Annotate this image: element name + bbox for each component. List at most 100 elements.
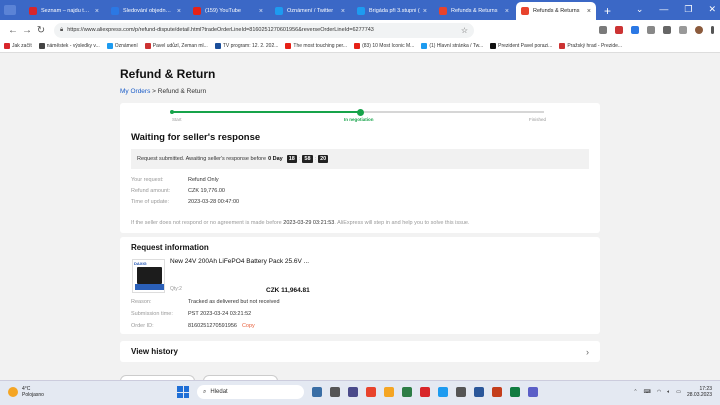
windows-start-icon[interactable] (177, 386, 189, 398)
bookmark-label: The most touching per... (293, 43, 348, 49)
battery-base-graphic (135, 284, 164, 290)
taskbar-app-icon[interactable] (366, 387, 376, 397)
tab-favicon-icon (439, 7, 447, 15)
taskbar-app-icon[interactable] (312, 387, 322, 397)
reload-icon[interactable]: ↻ (34, 25, 48, 36)
extension-icon[interactable] (615, 26, 623, 34)
bookmark-item[interactable]: náměstek - výsledky v... (38, 43, 100, 49)
menu-icon[interactable] (711, 26, 714, 34)
browser-tab[interactable]: Brigáda při 3.stupni (× (352, 2, 432, 20)
browser-tab[interactable]: Seznam – najdu tam, c × (24, 2, 104, 20)
tab-actions-button[interactable] (4, 5, 16, 15)
browser-tab[interactable]: Refunds & Returns × (516, 2, 596, 20)
language-icon[interactable]: ⌨ (644, 389, 651, 395)
tab-close-icon[interactable]: × (177, 8, 181, 15)
tab-title: Seznam – najdu tam, c (41, 8, 92, 14)
extension-icon[interactable] (647, 26, 655, 34)
bookmark-label: Jak začít (12, 43, 32, 49)
bookmark-item[interactable]: Pavel udůzl, Zeman ml... (144, 43, 208, 49)
profile-avatar[interactable] (695, 26, 703, 34)
tray-chevron-icon[interactable]: ⌃ (633, 389, 637, 395)
puzzle-icon[interactable] (663, 26, 671, 34)
tab-close-icon[interactable]: × (341, 8, 345, 15)
bookmark-item[interactable]: TV program: 12. 2. 202... (214, 43, 278, 49)
tab-close-icon[interactable]: × (505, 8, 509, 15)
tab-search-icon[interactable]: ⌄ (636, 4, 644, 15)
tab-title: Oznámení / Twitter (287, 8, 334, 14)
extension-icon[interactable] (631, 26, 639, 34)
bookmark-item[interactable]: The most touching per... (285, 43, 347, 49)
taskbar-app-icon[interactable] (402, 387, 412, 397)
breadcrumb-separator: > (152, 88, 156, 95)
browser-tab[interactable]: Sledování objednávky × (106, 2, 186, 20)
request-key: Reason: (131, 299, 152, 305)
lock-icon[interactable]: 🔒︎ (60, 27, 63, 34)
browser-toolbar: ← → ↻ 🔒︎ https://www.aliexpress.com/p/re… (0, 20, 720, 40)
browser-tab[interactable]: (159) YouTube × (188, 2, 268, 20)
bookmark-favicon-icon (421, 43, 428, 49)
bookmark-favicon-icon (214, 43, 221, 49)
clock[interactable]: 17:23 28.03.2023 (687, 386, 712, 398)
bookmark-label: Prezident Pavel porazi... (498, 43, 553, 49)
request-value: 8160251270591956 (188, 323, 237, 329)
tab-close-icon[interactable]: × (259, 8, 263, 15)
taskbar-app-icon[interactable] (510, 387, 520, 397)
bookmark-favicon-icon (285, 43, 292, 49)
tab-close-icon[interactable]: × (587, 8, 591, 15)
bookmark-item[interactable]: Jak začít (4, 43, 32, 49)
weather-widget[interactable]: 4°C Polojasno (8, 386, 44, 398)
tab-close-icon[interactable]: × (423, 8, 427, 15)
taskbar-search[interactable]: ⌕ Hledat (197, 385, 304, 399)
tab-title: Refunds & Returns (533, 8, 580, 14)
product-name-link[interactable]: New 24V 200Ah LiFePO4 Battery Pack 25.6V… (170, 258, 309, 265)
battery-icon[interactable]: ▭ (676, 389, 681, 395)
bookmark-item[interactable]: (83) 10 Most Iconic M... (354, 43, 414, 49)
taskbar-app-icon[interactable] (492, 387, 502, 397)
weather-sun-icon (8, 387, 18, 397)
minimize-button[interactable]: — (659, 4, 668, 15)
bookmark-item[interactable]: Pražský hrad - Prezide... (559, 43, 622, 49)
address-bar[interactable]: 🔒︎ https://www.aliexpress.com/p/refund-d… (54, 22, 474, 38)
new-tab-button[interactable]: + (604, 2, 611, 20)
forward-icon[interactable]: → (20, 25, 34, 36)
bookmark-item[interactable]: Oznámení (106, 43, 138, 49)
bookmarks-bar: Jak začít náměstek - výsledky v... Oznámen… (0, 40, 720, 53)
maximize-button[interactable]: ❐ (684, 4, 692, 15)
volume-icon[interactable]: 🔈︎ (667, 389, 670, 395)
search-placeholder: Hledat (210, 389, 228, 395)
taskbar-app-icon[interactable] (420, 387, 430, 397)
status-heading: Waiting for seller's response (131, 132, 261, 143)
step-label-negotiation: In negotiation (344, 117, 374, 122)
bookmark-item[interactable]: (1) Hlavní stránka / Tw... (421, 43, 483, 49)
product-image[interactable]: DAXIG (132, 259, 165, 293)
tab-title: (159) YouTube (205, 8, 241, 14)
browser-tab[interactable]: Refunds & Returns × (434, 2, 514, 20)
breadcrumb-my-orders-link[interactable]: My Orders (120, 88, 150, 95)
back-icon[interactable]: ← (6, 25, 20, 36)
taskbar-app-icon[interactable] (384, 387, 394, 397)
wifi-icon[interactable]: ◠ (657, 389, 661, 395)
breadcrumb: My Orders > Refund & Return (120, 88, 206, 95)
taskbar-app-icon[interactable] (456, 387, 466, 397)
bookmark-favicon-icon (144, 43, 151, 49)
tab-favicon-icon (193, 7, 201, 15)
request-key: Submission time: (131, 311, 173, 317)
bookmark-favicon-icon (354, 43, 361, 49)
browser-tab[interactable]: Oznámení / Twitter × (270, 2, 350, 20)
taskbar-app-icon[interactable] (438, 387, 448, 397)
taskbar-app-icon[interactable] (528, 387, 538, 397)
tab-close-icon[interactable]: × (95, 8, 99, 15)
bookmark-star-icon[interactable]: ☆ (461, 26, 468, 35)
copy-order-id-button[interactable]: Copy (242, 323, 255, 329)
view-history-label: View history (131, 347, 178, 356)
taskbar-app-icon[interactable] (330, 387, 340, 397)
bookmark-item[interactable]: Prezident Pavel porazi... (490, 43, 552, 49)
taskbar-app-icon[interactable] (348, 387, 358, 397)
view-history-row[interactable]: View history › (120, 341, 600, 362)
extension-icon[interactable] (599, 26, 607, 34)
close-window-button[interactable]: ✕ (708, 4, 716, 15)
countdown-hours: 18 (286, 155, 297, 163)
sidebar-icon[interactable] (679, 26, 687, 34)
taskbar-app-icon[interactable] (474, 387, 484, 397)
countdown-seconds: 20 (318, 155, 329, 163)
